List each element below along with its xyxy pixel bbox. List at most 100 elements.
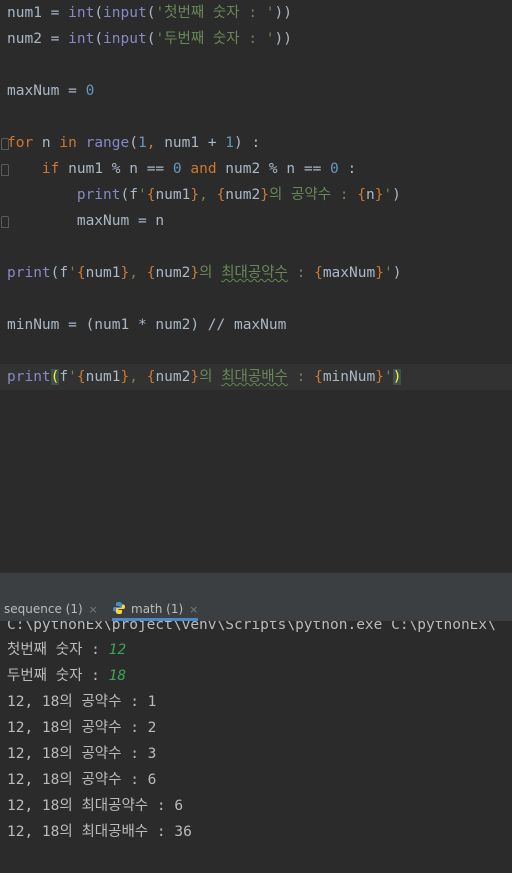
code-token: 0: [330, 161, 339, 177]
code-token: input: [103, 5, 147, 21]
console-output-line: 12, 18의 최대공약수 : 6: [7, 798, 184, 814]
code-token: ): [392, 265, 402, 281]
code-token: )): [274, 5, 292, 21]
code-token: '두번째 숫자 : ': [155, 31, 275, 47]
code-line: print(f'{num1}, {num2}의 최대공배수 : {minNum}…: [0, 364, 512, 390]
tab-sequence[interactable]: sequence (1) ×: [4, 597, 98, 621]
code-token: print: [7, 369, 51, 385]
code-token: (: [129, 135, 138, 151]
fold-marker-icon[interactable]: [1, 138, 9, 150]
code-token: range: [85, 135, 130, 151]
code-token: input: [103, 31, 147, 47]
code-token: f: [59, 369, 69, 385]
python-icon: [113, 602, 125, 614]
code-token: }: [375, 369, 384, 385]
code-token: num2 % n ==: [225, 161, 331, 177]
console-prompt-line-2: 두번째 숫자 : 18: [7, 663, 126, 689]
code-token: maxNum: [322, 265, 376, 281]
code-editor[interactable]: num1 = int(input('첫번째 숫자 : ')) num2 = int…: [0, 0, 512, 572]
code-token: ): [392, 369, 402, 385]
code-token: {: [76, 265, 86, 281]
code-token: maxNum =: [7, 83, 86, 99]
code-token: :: [287, 265, 315, 281]
code-token: ': [383, 187, 393, 203]
code-token: and: [190, 161, 226, 177]
code-token: ,: [146, 135, 165, 151]
code-token: 0: [85, 83, 95, 99]
code-token: (: [94, 5, 104, 21]
code-line: num1 = int(input('첫번째 숫자 : ')): [0, 0, 512, 26]
code-token: 의: [199, 369, 222, 385]
console-user-input: 18: [108, 668, 127, 684]
console-command: C:\pythonEx\project\venv\Scripts\python.…: [7, 621, 496, 633]
console-user-input: 12: [108, 642, 127, 658]
code-line: minNum = (num1 * num2) // maxNum: [0, 312, 512, 338]
code-token: num2: [155, 369, 191, 385]
code-token: ) :: [234, 135, 261, 151]
code-token: }: [260, 187, 269, 203]
fold-marker-icon[interactable]: [1, 216, 9, 228]
code-text: if num1 % n == 0 and num2 % n == 0 :: [7, 156, 356, 182]
code-token: if: [41, 161, 69, 177]
code-token: minNum: [322, 369, 376, 385]
console-output-line: 12, 18의 최대공배수 : 36: [7, 824, 192, 840]
console-output-line: 12, 18의 공약수 : 1: [7, 694, 157, 710]
code-token: (: [94, 31, 104, 47]
code-token: ': [68, 265, 77, 281]
code-token: 최대공배수: [221, 369, 288, 385]
code-token: num1: [155, 187, 191, 203]
code-token: :: [287, 369, 315, 385]
console-output-line: 12, 18의 공약수 : 6: [7, 772, 157, 788]
code-line: print(f'{num1}, {num2}의 공약수 : {n}'): [0, 182, 512, 208]
close-icon[interactable]: ×: [189, 603, 198, 616]
tab-math[interactable]: math (1) ×: [112, 597, 199, 621]
code-token: int: [68, 5, 95, 21]
code-token: '첫번째 숫자 : ': [155, 5, 275, 21]
code-token: }: [190, 187, 200, 203]
code-line: num2 = int(input('두번째 숫자 : ')): [0, 26, 512, 52]
code-token: 0: [172, 161, 182, 177]
code-line: maxNum = 0: [0, 78, 512, 104]
run-console[interactable]: C:\pythonEx\project\venv\Scripts\python.…: [0, 621, 512, 873]
code-token: num2 =: [7, 31, 69, 47]
code-token: num1 % n ==: [68, 161, 173, 177]
console-output-line: 12, 18의 공약수 : 2: [7, 720, 157, 736]
code-token: print: [76, 187, 121, 203]
code-text: print(f'{num1}, {num2}의 공약수 : {n}'): [7, 182, 401, 208]
code-token: 의 공약수 :: [268, 187, 358, 203]
code-token: ,: [199, 187, 217, 203]
code-token: )): [274, 31, 292, 47]
code-token: {: [76, 369, 86, 385]
code-line: for n in range(1, num1 + 1) :: [0, 130, 512, 156]
panel-divider[interactable]: [0, 572, 512, 599]
fold-marker-icon[interactable]: [1, 164, 9, 176]
console-prompt-line-1: 첫번째 숫자 : 12: [7, 637, 126, 663]
code-text: for n in range(1, num1 + 1) :: [7, 130, 260, 156]
run-tab-bar: sequence (1) × math (1) ×: [0, 597, 512, 622]
code-line: maxNum = n: [0, 208, 512, 234]
code-token: minNum = (num1 * num2) // maxNum: [7, 317, 287, 333]
code-token: ): [392, 187, 401, 203]
code-token: n: [41, 135, 60, 151]
close-icon[interactable]: ×: [89, 603, 98, 616]
code-token: (f: [50, 265, 69, 281]
code-token: {: [216, 187, 226, 203]
code-text: num1 = int(input('첫번째 숫자 : ')): [7, 0, 292, 26]
code-text: minNum = (num1 * num2) // maxNum: [7, 312, 286, 338]
code-token: num1: [85, 369, 121, 385]
code-token: n: [365, 187, 375, 203]
code-token: maxNum = n: [7, 213, 165, 229]
code-token: num2: [225, 187, 261, 203]
code-token: {: [314, 369, 323, 385]
console-output-line: 12, 18의 공약수 : 3: [7, 746, 157, 762]
code-token: }: [190, 265, 200, 281]
code-token: num1 +: [164, 135, 226, 151]
console-prompt: 첫번째 숫자 :: [7, 642, 109, 658]
code-token: print: [7, 265, 51, 281]
code-token: ': [383, 265, 393, 281]
code-text: maxNum = n: [7, 208, 164, 234]
